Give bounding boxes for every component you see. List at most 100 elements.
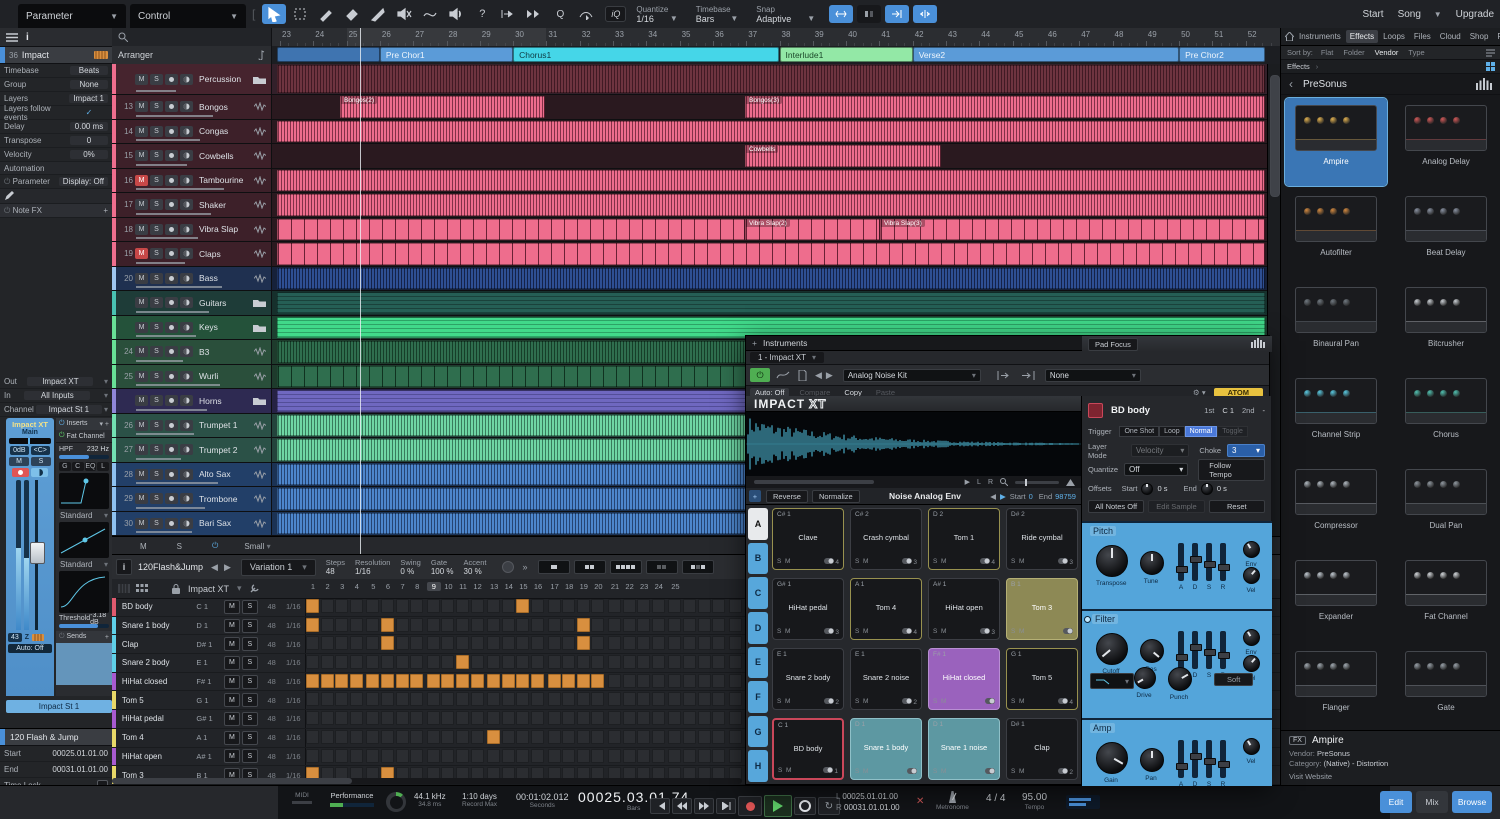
step-cell[interactable] [516,618,529,632]
step-cell[interactable] [410,618,423,632]
step-cell[interactable] [591,636,604,650]
effect-card[interactable]: Compressor [1285,462,1387,550]
track-volume-line[interactable] [136,433,194,435]
preset-pattern-button[interactable] [682,560,714,574]
track-volume-line[interactable] [136,384,220,386]
step-cell[interactable] [427,655,440,669]
track-mute-button[interactable]: M [135,493,148,504]
step-cell[interactable] [487,711,500,725]
audio-clip[interactable] [277,219,745,241]
step-cell[interactable] [502,711,515,725]
track-volume-line[interactable] [136,90,176,92]
pencil-tool[interactable] [314,4,338,24]
step-cell[interactable] [456,692,469,706]
inspector-param-row[interactable]: Layers follow events✓ [0,106,112,120]
step-cell[interactable] [637,655,650,669]
edit-view-button[interactable]: Edit [1380,791,1412,813]
effect-card[interactable]: Expander [1285,553,1387,641]
track-header[interactable]: MSHorns [112,389,272,413]
step-number[interactable]: 17 [548,582,562,591]
step-cell[interactable] [321,655,334,669]
knob-env[interactable] [1243,541,1260,558]
track-monitor-button[interactable] [180,248,193,259]
next-pattern-button[interactable]: ▶ [224,562,231,573]
track-header[interactable]: 27MSTrumpet 2 [112,438,272,462]
snap-relative-button[interactable] [857,5,881,23]
step-cell[interactable] [623,692,636,706]
effect-card[interactable]: Autofilter [1285,189,1387,277]
quantize-group[interactable]: Quantize 1/16▼ [636,1,677,27]
pad-focus-button[interactable]: Pad Focus [1088,338,1138,351]
step-cell[interactable] [623,618,636,632]
pattern-row-header[interactable]: HiHat pedalG# 1MS481/16 [112,710,306,728]
step-cell[interactable] [668,655,681,669]
step-cell[interactable] [366,674,379,688]
track-mute-button[interactable]: M [135,199,148,210]
grid-view-icon[interactable] [1486,62,1495,71]
step-cell[interactable] [577,730,590,744]
step-cell[interactable] [441,618,454,632]
tempo-control[interactable]: 95.00 Tempo [1022,792,1047,811]
step-cell[interactable] [396,674,409,688]
step-cell[interactable] [516,599,529,613]
note-fx-row[interactable]: ⏻ Note FX + [0,204,112,218]
track-solo-button[interactable]: S [150,175,163,186]
track-volume-line[interactable] [136,311,209,313]
step-cell[interactable] [562,599,575,613]
pad-color-swatch[interactable] [1088,403,1103,418]
step-cell[interactable] [441,655,454,669]
midi-output-dropdown[interactable]: None▾ [1045,369,1141,382]
record-button[interactable] [738,796,762,816]
step-cell[interactable] [487,674,500,688]
filter-enable-dot[interactable] [1084,616,1091,623]
step-cell[interactable] [396,730,409,744]
track-monitor-button[interactable] [180,126,193,137]
reverse-button[interactable]: Reverse [766,490,808,503]
zoom-slider[interactable] [1015,481,1059,484]
pattern-field[interactable]: Resolution1/16 [355,558,390,576]
waveform-scrollbar[interactable] [754,480,874,484]
row-mute-button[interactable]: M [224,675,240,689]
step-cell[interactable] [623,599,636,613]
audio-clip[interactable] [277,170,1265,192]
eq-graph-gate[interactable] [59,473,109,509]
audio-clip[interactable] [277,121,1265,143]
step-cell[interactable] [396,749,409,763]
info-icon[interactable]: i [26,32,29,43]
bank-d-button[interactable]: D [748,612,768,644]
audio-clip[interactable]: Vibra Slap(2) [745,219,880,241]
track-record-button[interactable] [165,101,178,112]
pan-readout[interactable]: <C> [31,446,50,455]
track-record-button[interactable] [165,420,178,431]
effect-card[interactable]: Analog Delay [1395,98,1497,186]
arranger-section[interactable]: Pre Chor2 [1179,47,1265,62]
step-cell[interactable] [427,730,440,744]
step-cell[interactable] [441,711,454,725]
step-cell[interactable] [562,730,575,744]
step-cell[interactable] [698,655,711,669]
step-cell[interactable] [471,730,484,744]
step-cell[interactable] [591,674,604,688]
step-cell[interactable] [562,674,575,688]
step-cell[interactable] [456,618,469,632]
step-cell[interactable] [608,730,621,744]
step-cell[interactable] [591,655,604,669]
slider-d[interactable] [1192,543,1198,581]
track-volume-line[interactable] [136,482,218,484]
step-cell[interactable] [410,711,423,725]
fat-channel-tab[interactable]: L [97,462,109,471]
track-record-button[interactable] [165,469,178,480]
z-icon[interactable]: Z [25,634,29,641]
step-cell[interactable] [729,730,742,744]
preset-pattern-button[interactable] [538,560,570,574]
step-number[interactable]: 9 [427,582,441,591]
step-cell[interactable] [668,692,681,706]
step-cell[interactable] [577,692,590,706]
seconds-readout[interactable]: 00:01:02.012Seconds [516,792,569,810]
pattern-name[interactable]: 120Flash&Jump [138,562,203,572]
global-solo-button[interactable]: S [177,542,182,551]
step-cell[interactable] [335,618,348,632]
listen-tool[interactable] [444,4,468,24]
step-cell[interactable] [652,636,665,650]
step-cell[interactable] [366,692,379,706]
